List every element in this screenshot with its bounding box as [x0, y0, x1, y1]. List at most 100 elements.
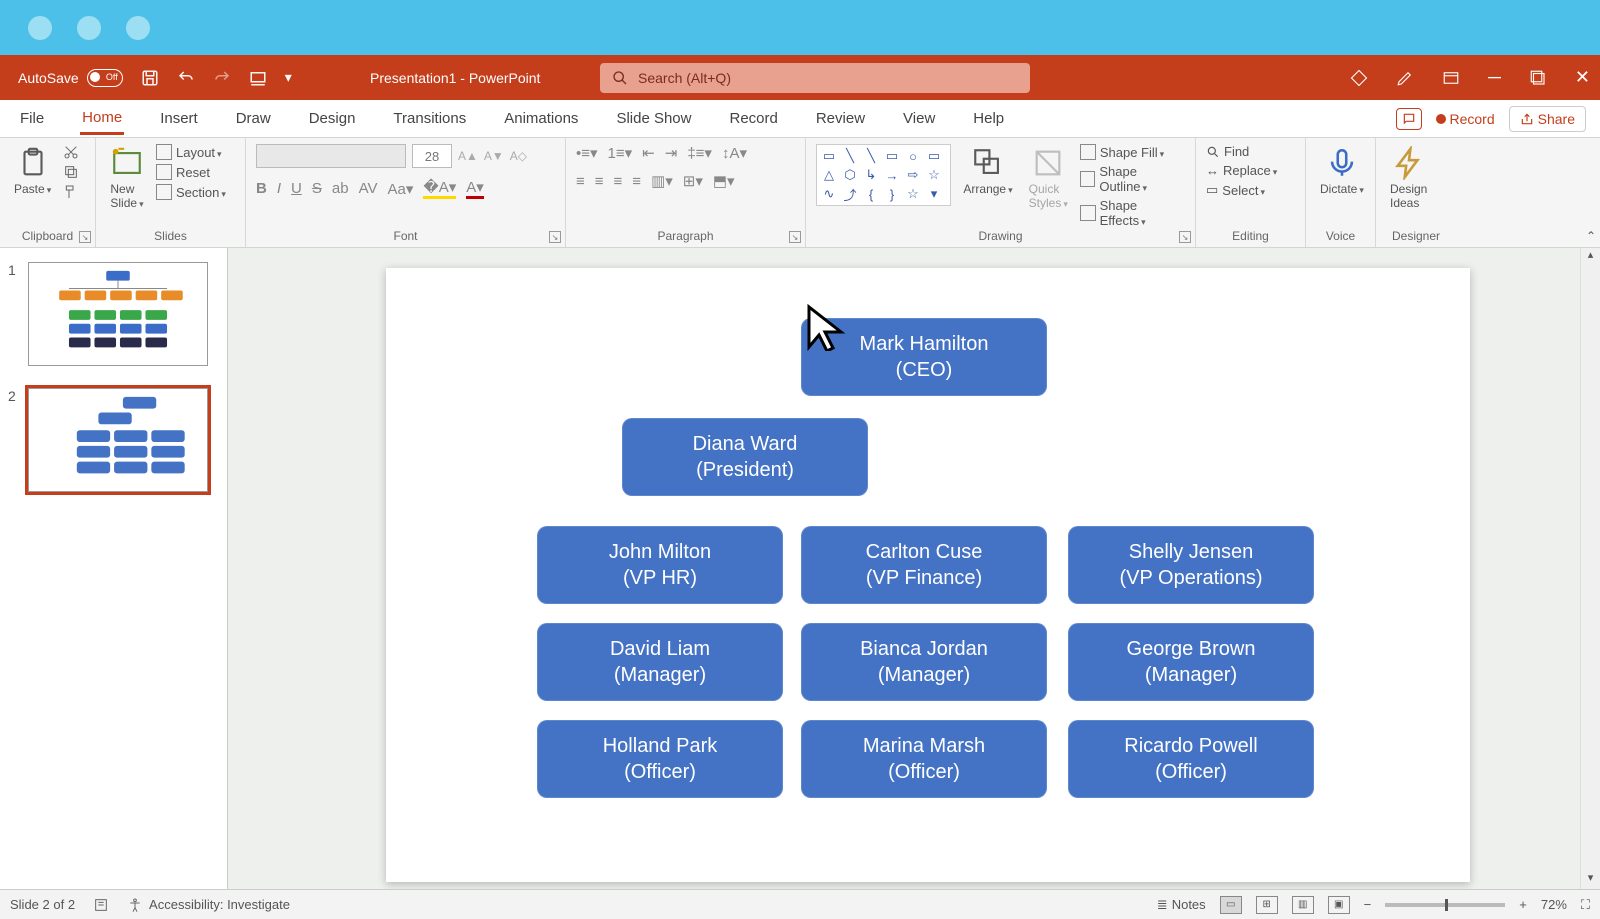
font-name-combo[interactable] [256, 144, 406, 168]
redo-icon[interactable] [213, 69, 231, 87]
shapes-gallery[interactable]: ▭╲╲▭○▭ △⬡↳→⇨☆ ∿⤴{}☆▾ [816, 144, 951, 206]
sorter-view-button[interactable]: ⊞ [1256, 896, 1278, 914]
drawing-launcher[interactable]: ↘ [1179, 231, 1191, 243]
org-node-1[interactable]: Diana Ward(President) [622, 418, 868, 496]
autosave-toggle[interactable]: AutoSave Off [18, 69, 123, 87]
org-node-4[interactable]: Shelly Jensen(VP Operations) [1068, 526, 1314, 604]
org-node-8[interactable]: Holland Park(Officer) [537, 720, 783, 798]
from-beginning-icon[interactable] [249, 69, 267, 87]
copy-icon[interactable] [63, 164, 79, 180]
section-button[interactable]: Section [156, 184, 226, 200]
normal-view-button[interactable]: ▭ [1220, 896, 1242, 914]
slide-counter[interactable]: Slide 2 of 2 [10, 897, 75, 912]
font-color-button[interactable]: A▾ [466, 178, 484, 199]
org-node-9[interactable]: Marina Marsh(Officer) [801, 720, 1047, 798]
shadow-button[interactable]: ab [332, 180, 349, 197]
diamond-icon[interactable] [1350, 69, 1368, 87]
design-ideas-button[interactable]: Design Ideas [1386, 144, 1431, 212]
scroll-down-icon[interactable]: ▾ [1581, 871, 1600, 889]
slide-canvas[interactable]: Mark Hamilton(CEO)Diana Ward(President)J… [386, 268, 1470, 882]
reading-view-button[interactable]: ▥ [1292, 896, 1314, 914]
arrange-button[interactable]: Arrange [959, 144, 1016, 198]
find-button[interactable]: Find [1206, 144, 1277, 159]
tab-review[interactable]: Review [814, 104, 867, 133]
new-slide-button[interactable]: New Slide [106, 144, 148, 212]
replace-button[interactable]: ↔Replace [1206, 163, 1277, 178]
org-node-7[interactable]: George Brown(Manager) [1068, 623, 1314, 701]
paragraph-launcher[interactable]: ↘ [789, 231, 801, 243]
tab-record[interactable]: Record [727, 104, 779, 133]
shape-effects-button[interactable]: Shape Effects [1080, 198, 1185, 228]
vertical-scrollbar[interactable]: ▴ ▾ [1580, 248, 1600, 889]
quick-styles-button[interactable]: Quick Styles [1025, 144, 1072, 212]
qat-customize-icon[interactable]: ▾ [285, 69, 292, 86]
align-center-button[interactable]: ≡ [595, 173, 604, 190]
numbering-button[interactable]: 1≡▾ [608, 144, 633, 162]
text-direction-button[interactable]: ↕A▾ [722, 144, 747, 162]
tab-home[interactable]: Home [80, 103, 124, 135]
paste-button[interactable]: Paste [10, 144, 55, 198]
bold-button[interactable]: B [256, 180, 267, 197]
zoom-level[interactable]: 72% [1541, 897, 1567, 912]
line-spacing-button[interactable]: ‡≡▾ [687, 144, 712, 162]
mac-zoom-dot[interactable] [126, 16, 150, 40]
org-node-10[interactable]: Ricardo Powell(Officer) [1068, 720, 1314, 798]
select-button[interactable]: ▭Select [1206, 182, 1277, 198]
decrease-indent-button[interactable]: ⇤ [642, 144, 655, 162]
mac-minimize-dot[interactable] [77, 16, 101, 40]
italic-button[interactable]: I [277, 180, 281, 197]
slideshow-view-button[interactable]: ▣ [1328, 896, 1350, 914]
smartart-button[interactable]: ⬒▾ [713, 172, 735, 190]
dictate-button[interactable]: Dictate [1316, 144, 1368, 198]
font-size-combo[interactable]: 28 [412, 144, 452, 168]
zoom-slider[interactable] [1385, 903, 1505, 907]
collapse-ribbon-button[interactable]: ⌃ [1586, 229, 1596, 243]
tab-help[interactable]: Help [971, 104, 1006, 133]
columns-button[interactable]: ▥▾ [651, 172, 673, 190]
zoom-out-button[interactable]: − [1364, 897, 1372, 912]
status-icon[interactable] [93, 897, 109, 913]
slide-thumbnails-panel[interactable]: 1 2 [0, 248, 228, 889]
layout-button[interactable]: Layout [156, 144, 226, 160]
align-left-button[interactable]: ≡ [576, 173, 585, 190]
slide-thumbnail-1[interactable] [28, 262, 208, 366]
window-close-icon[interactable]: ✕ [1575, 67, 1590, 88]
strike-button[interactable]: S [312, 180, 322, 197]
fit-to-window-button[interactable]: ⛶ [1581, 897, 1590, 913]
notes-button[interactable]: ≣Notes [1157, 897, 1206, 913]
shape-fill-button[interactable]: Shape Fill [1080, 144, 1185, 160]
save-icon[interactable] [141, 69, 159, 87]
clipboard-launcher[interactable]: ↘ [79, 231, 91, 243]
tab-design[interactable]: Design [307, 104, 358, 133]
shape-outline-button[interactable]: Shape Outline [1080, 164, 1185, 194]
format-painter-icon[interactable] [63, 184, 79, 200]
tab-view[interactable]: View [901, 104, 937, 133]
cut-icon[interactable] [63, 144, 79, 160]
undo-icon[interactable] [177, 69, 195, 87]
grow-font-icon[interactable]: A▲ [458, 149, 478, 163]
tab-file[interactable]: File [18, 104, 46, 133]
zoom-in-button[interactable]: + [1519, 897, 1527, 912]
tab-transitions[interactable]: Transitions [391, 104, 468, 133]
tab-slideshow[interactable]: Slide Show [614, 104, 693, 133]
align-text-button[interactable]: ⊞▾ [683, 172, 703, 190]
org-node-2[interactable]: John Milton(VP HR) [537, 526, 783, 604]
reset-button[interactable]: Reset [156, 164, 226, 180]
ribbon-display-icon[interactable] [1442, 69, 1460, 87]
share-button[interactable]: Share [1509, 106, 1586, 132]
char-spacing-button[interactable]: AV [359, 180, 378, 197]
org-node-6[interactable]: Bianca Jordan(Manager) [801, 623, 1047, 701]
pen-icon[interactable] [1396, 69, 1414, 87]
clear-format-icon[interactable]: A◇ [510, 149, 527, 163]
bullets-button[interactable]: •≡▾ [576, 144, 598, 162]
increase-indent-button[interactable]: ⇥ [665, 144, 678, 162]
scroll-up-icon[interactable]: ▴ [1581, 248, 1600, 266]
search-box[interactable]: Search (Alt+Q) [600, 63, 1030, 93]
shrink-font-icon[interactable]: A▼ [484, 149, 504, 163]
window-restore-icon[interactable] [1529, 69, 1547, 87]
font-launcher[interactable]: ↘ [549, 231, 561, 243]
comments-button[interactable] [1396, 108, 1422, 130]
justify-button[interactable]: ≡ [632, 173, 641, 190]
tab-animations[interactable]: Animations [502, 104, 580, 133]
underline-button[interactable]: U [291, 180, 302, 197]
